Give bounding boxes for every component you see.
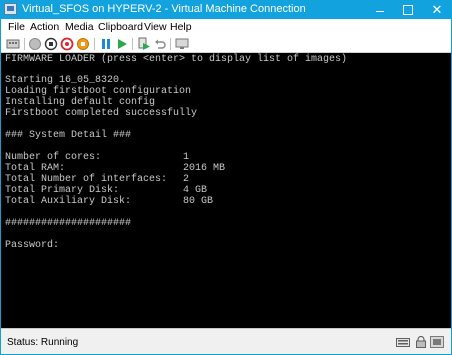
console-divider: #####################	[5, 218, 132, 229]
close-button[interactable]: ✕	[422, 0, 452, 19]
menu-media[interactable]: Media	[65, 19, 94, 35]
detail-value-cores: 1	[183, 152, 190, 163]
ctrl-alt-del-icon[interactable]	[6, 37, 20, 51]
menu-action[interactable]: Action	[30, 19, 59, 35]
turn-off-icon[interactable]	[44, 37, 58, 51]
toolbar-separator	[132, 38, 133, 50]
toolbar	[1, 35, 451, 53]
detail-label-cores: Number of cores:	[5, 152, 102, 163]
status-bar: Status: Running	[1, 328, 451, 354]
menu-clipboard[interactable]: Clipboard	[98, 19, 143, 35]
vm-connection-app-icon	[4, 3, 17, 15]
checkpoint-icon[interactable]	[137, 37, 151, 51]
detail-label-ram: Total RAM:	[5, 163, 66, 174]
window-title: Virtual_SFOS on HYPERV-2 - Virtual Machi…	[22, 3, 306, 15]
shutdown-icon[interactable]	[60, 37, 74, 51]
revert-icon[interactable]	[153, 37, 167, 51]
close-icon: ✕	[431, 2, 443, 17]
console-line: Starting 16_05_8320.	[5, 75, 126, 86]
maximize-button[interactable]	[394, 0, 422, 19]
detail-value-auxiliary-disk: 80 GB	[183, 196, 214, 207]
start-icon[interactable]	[28, 37, 42, 51]
console-line: Loading firstboot configuration	[5, 86, 192, 97]
enhanced-session-icon[interactable]	[175, 37, 189, 51]
vm-connection-window: Virtual_SFOS on HYPERV-2 - Virtual Machi…	[0, 0, 452, 355]
title-bar[interactable]: Virtual_SFOS on HYPERV-2 - Virtual Machi…	[0, 0, 452, 19]
system-detail-title: ### System Detail ###	[5, 130, 132, 141]
detail-label-interfaces: Total Number of interfaces:	[5, 174, 168, 185]
enhanced-session-status-icon	[430, 336, 444, 348]
save-icon[interactable]	[76, 37, 90, 51]
vm-console-screen[interactable]: FIRMWARE LOADER (press <enter> to displa…	[1, 53, 451, 328]
detail-label-primary-disk: Total Primary Disk:	[5, 185, 120, 196]
detail-label-auxiliary-disk: Total Auxiliary Disk:	[5, 196, 132, 207]
vm-status-text: Status: Running	[7, 337, 79, 348]
pause-icon[interactable]	[99, 37, 113, 51]
lock-icon	[416, 336, 426, 348]
console-line: Installing default config	[5, 97, 156, 108]
menu-bar: File Action Media Clipboard View Help	[1, 19, 451, 35]
menu-view[interactable]: View	[144, 19, 167, 35]
toolbar-separator	[94, 38, 95, 50]
resume-icon[interactable]	[115, 37, 129, 51]
keyboard-icon	[396, 338, 410, 347]
console-line: Firstboot completed successfully	[5, 108, 198, 119]
firmware-loader-header: FIRMWARE LOADER (press <enter> to displa…	[5, 54, 348, 65]
detail-value-primary-disk: 4 GB	[183, 185, 208, 196]
toolbar-separator	[170, 38, 171, 50]
toolbar-separator	[24, 38, 25, 50]
menu-help[interactable]: Help	[170, 19, 192, 35]
menu-file[interactable]: File	[8, 19, 25, 35]
detail-value-ram: 2016 MB	[183, 163, 226, 174]
password-prompt[interactable]: Password:	[5, 240, 59, 251]
minimize-button[interactable]	[366, 0, 394, 19]
detail-value-interfaces: 2	[183, 174, 190, 185]
